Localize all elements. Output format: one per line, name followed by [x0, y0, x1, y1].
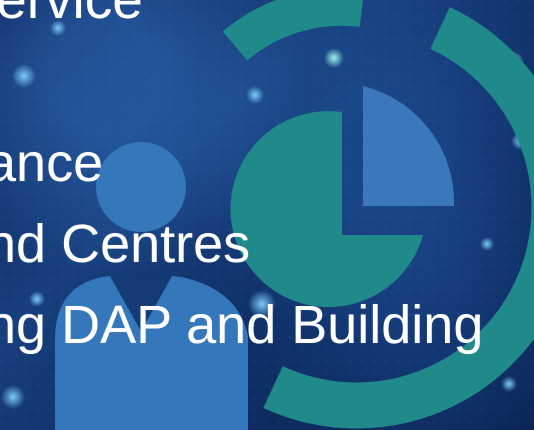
glow-spot — [480, 237, 494, 251]
glow-spot — [12, 64, 36, 88]
slide-text-line-4: ng DAP and Building — [0, 295, 484, 355]
glow-spot — [501, 376, 517, 392]
glow-spot — [324, 48, 344, 68]
slide-background: ivil Service ance nd Centres ng DAP and … — [0, 0, 534, 430]
glow-spot — [246, 86, 264, 104]
slide-text-line-1: ivil Service — [0, 0, 143, 27]
slide-text-line-2: ance — [0, 133, 104, 193]
slide-text-line-3: nd Centres — [0, 214, 251, 274]
glow-spot — [1, 385, 25, 409]
